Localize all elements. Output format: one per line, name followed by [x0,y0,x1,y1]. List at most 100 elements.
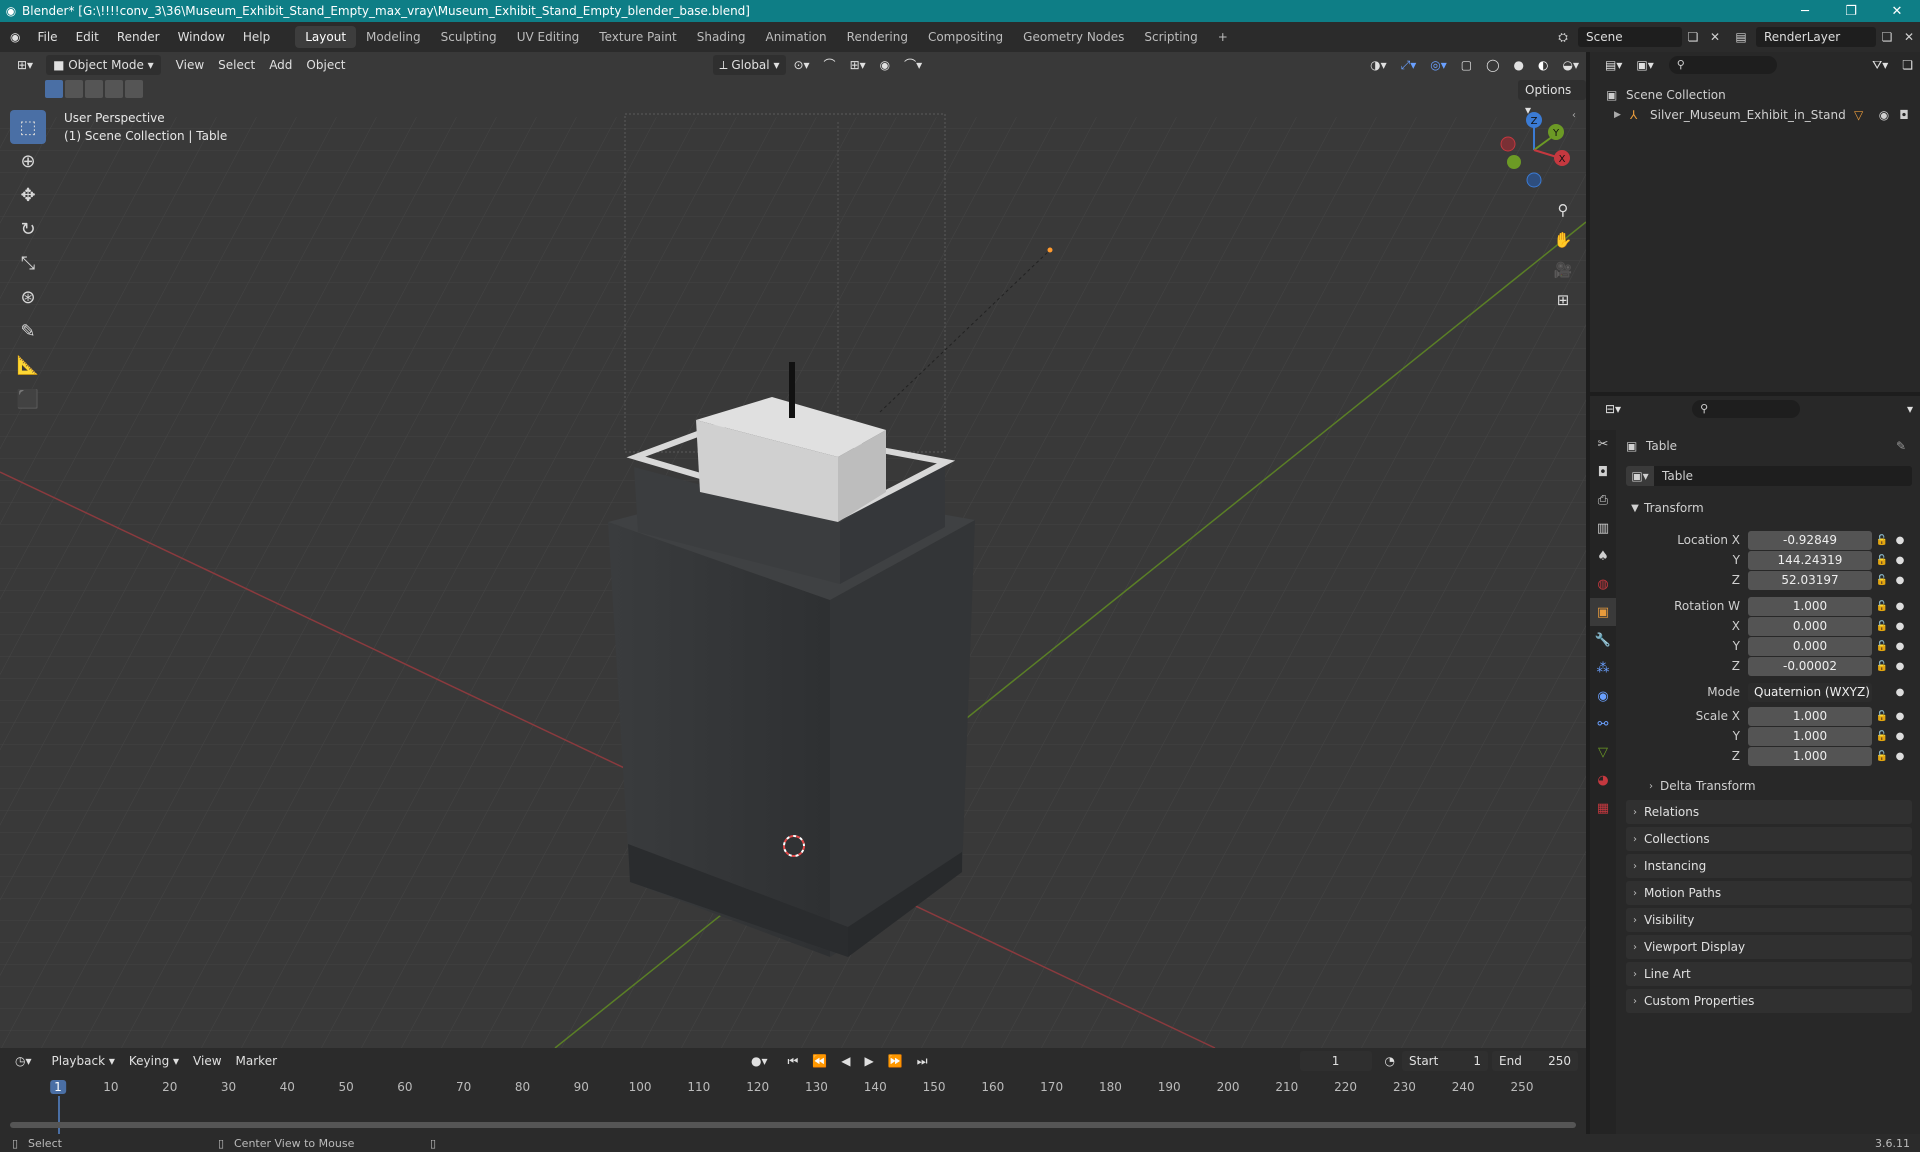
prev-keyframe-icon[interactable]: ⏪ [805,1051,834,1071]
rotation-y-field[interactable]: 0.000 [1748,636,1872,656]
lock-icon[interactable]: 🔓 [1872,731,1892,742]
xray-icon[interactable]: ▢ [1454,55,1479,75]
keyframe-dot-icon[interactable]: ● [1892,601,1908,612]
rotation-mode-dropdown[interactable]: Quaternion (WXYZ) ▾ [1748,682,1872,718]
tab-uv-editing[interactable]: UV Editing [507,26,590,48]
keyframe-dot-icon[interactable]: ● [1892,535,1908,546]
menu-keying[interactable]: Keying ▾ [122,1051,186,1071]
ortho-grid-icon[interactable]: ⊞ [1550,287,1576,313]
minimize-button[interactable]: ─ [1782,4,1828,19]
select-invert-icon[interactable] [105,80,123,98]
add-cube-tool-icon[interactable]: ⬛ [10,382,46,416]
current-frame-field[interactable]: 1 [1299,1051,1372,1071]
outliner-editor-icon[interactable]: ▤▾ [1598,55,1629,75]
panel-collections[interactable]: › Collections [1626,827,1912,851]
snap-icon[interactable]: ⌒ [817,55,843,75]
transform-panel-header[interactable]: ▼ Transform [1626,498,1912,518]
menu-help[interactable]: Help [234,30,279,44]
object-data-icon[interactable]: ▽ [1854,108,1874,122]
visibility-icon[interactable]: ◑▾ [1363,55,1394,75]
data-tab-icon[interactable]: ▽ [1590,738,1616,766]
lock-icon[interactable]: 🔓 [1872,621,1892,632]
keyframe-dot-icon[interactable]: ● [1892,731,1908,742]
black-rod[interactable] [789,362,795,418]
play-reverse-icon[interactable]: ◀ [834,1051,857,1071]
scale-x-field[interactable]: 1.000 [1748,706,1872,726]
panel-line-art[interactable]: › Line Art [1626,962,1912,986]
timeline-scrollbar[interactable] [10,1122,1576,1128]
properties-search-field[interactable]: ⚲ [1692,400,1801,418]
keyframe-dot-icon[interactable]: ● [1892,555,1908,566]
tab-sculpting[interactable]: Sculpting [431,26,507,48]
constraints-tab-icon[interactable]: ⚯ [1590,710,1616,738]
lock-icon[interactable]: 🔓 [1872,711,1892,722]
menu-playback[interactable]: Playback ▾ [45,1051,122,1071]
viewport-scene[interactable] [0,52,1586,1048]
select-new-icon[interactable] [45,80,63,98]
blender-menu-icon[interactable]: ◉ [0,30,28,44]
tab-scripting[interactable]: Scripting [1134,26,1207,48]
new-collection-icon[interactable]: ❏ [1895,55,1920,75]
tab-geometry-nodes[interactable]: Geometry Nodes [1013,26,1134,48]
annotate-tool-icon[interactable]: ✎ [10,314,46,348]
display-mode-icon[interactable]: ▣▾ [1629,55,1660,75]
scale-tool-icon[interactable]: ⤡ [10,246,46,280]
move-tool-icon[interactable]: ✥ [10,178,46,212]
location-y-field[interactable]: 144.24319 [1748,550,1872,570]
lock-icon[interactable]: 🔓 [1872,535,1892,546]
physics-tab-icon[interactable]: ◉ [1590,682,1616,710]
3d-viewport[interactable]: ⊞▾ ■ Object Mode ▾ View Select Add Objec… [0,52,1586,1048]
scale-z-field[interactable]: 1.000 [1748,746,1872,766]
select-intersect-icon[interactable] [125,80,143,98]
panel-relations[interactable]: › Relations [1626,800,1912,824]
outliner-row-scene-collection[interactable]: ▣ Scene Collection [1606,86,1726,104]
tool-tab-icon[interactable]: ✂ [1590,430,1616,458]
menu-window[interactable]: Window [169,30,234,44]
properties-options-icon[interactable]: ▾ [1900,399,1920,419]
visibility-eye-icon[interactable]: ◉ [1874,108,1894,122]
jump-end-icon[interactable]: ⏭ [910,1051,935,1071]
render-tab-icon[interactable]: ◘ [1590,458,1616,486]
output-tab-icon[interactable]: ⎙ [1590,486,1616,514]
delete-scene-icon[interactable]: ✕ [1704,30,1726,44]
select-box-tool-icon[interactable]: ⬚ [10,110,46,144]
world-tab-icon[interactable]: ◍ [1590,570,1616,598]
tab-texture-paint[interactable]: Texture Paint [589,26,686,48]
wireframe-shading-icon[interactable]: ◯ [1479,55,1506,75]
render-camera-icon[interactable]: ◘ [1894,108,1914,122]
overlay-toggle-icon[interactable]: ◎▾ [1423,55,1454,75]
record-icon[interactable]: ●▾ [744,1051,775,1071]
zoom-icon[interactable]: ⚲ [1550,197,1576,223]
select-extend-icon[interactable] [65,80,83,98]
scene-icon[interactable]: ⛭ [1548,30,1578,45]
timeline-editor-icon[interactable]: ◷▾ [8,1051,39,1071]
play-icon[interactable]: ▶ [858,1051,881,1071]
datablock-browse-icon[interactable]: ▣▾ [1626,466,1654,486]
new-scene-icon[interactable]: ❏ [1682,30,1704,44]
outliner-search-field[interactable]: ⚲ [1668,56,1777,74]
next-keyframe-icon[interactable]: ⏩ [881,1051,910,1071]
panel-viewport-display[interactable]: › Viewport Display [1626,935,1912,959]
rotation-x-field[interactable]: 0.000 [1748,616,1872,636]
modifier-tab-icon[interactable]: 🔧 [1590,626,1616,654]
outliner-row-object[interactable]: ▶ ⅄ Silver_Museum_Exhibit_in_Stand ▽ ◉ ◘ [1614,106,1914,124]
tab-modeling[interactable]: Modeling [356,26,431,48]
playhead-line[interactable] [58,1096,60,1136]
panel-motion-paths[interactable]: › Motion Paths [1626,881,1912,905]
mode-selector[interactable]: ■ Object Mode ▾ [46,55,161,75]
close-button[interactable]: ✕ [1874,4,1920,19]
tab-compositing[interactable]: Compositing [918,26,1013,48]
pan-hand-icon[interactable]: ✋ [1550,227,1576,253]
object-datablock-field[interactable]: Table [1654,466,1912,486]
timeline-menu-view[interactable]: View [186,1051,228,1071]
object-tab-icon[interactable]: ▣ [1590,598,1616,626]
rotation-w-field[interactable]: 1.000 [1748,596,1872,616]
stopwatch-icon[interactable]: ◔ [1378,1051,1402,1071]
menu-render[interactable]: Render [108,30,169,44]
measure-tool-icon[interactable]: 📐 [10,348,46,382]
lock-icon[interactable]: 🔓 [1872,751,1892,762]
location-x-field[interactable]: -0.92849 [1748,530,1872,550]
panel-custom-properties[interactable]: › Custom Properties [1626,989,1912,1013]
keyframe-dot-icon[interactable]: ● [1892,661,1908,672]
camera-view-icon[interactable]: 🎥 [1550,257,1576,283]
